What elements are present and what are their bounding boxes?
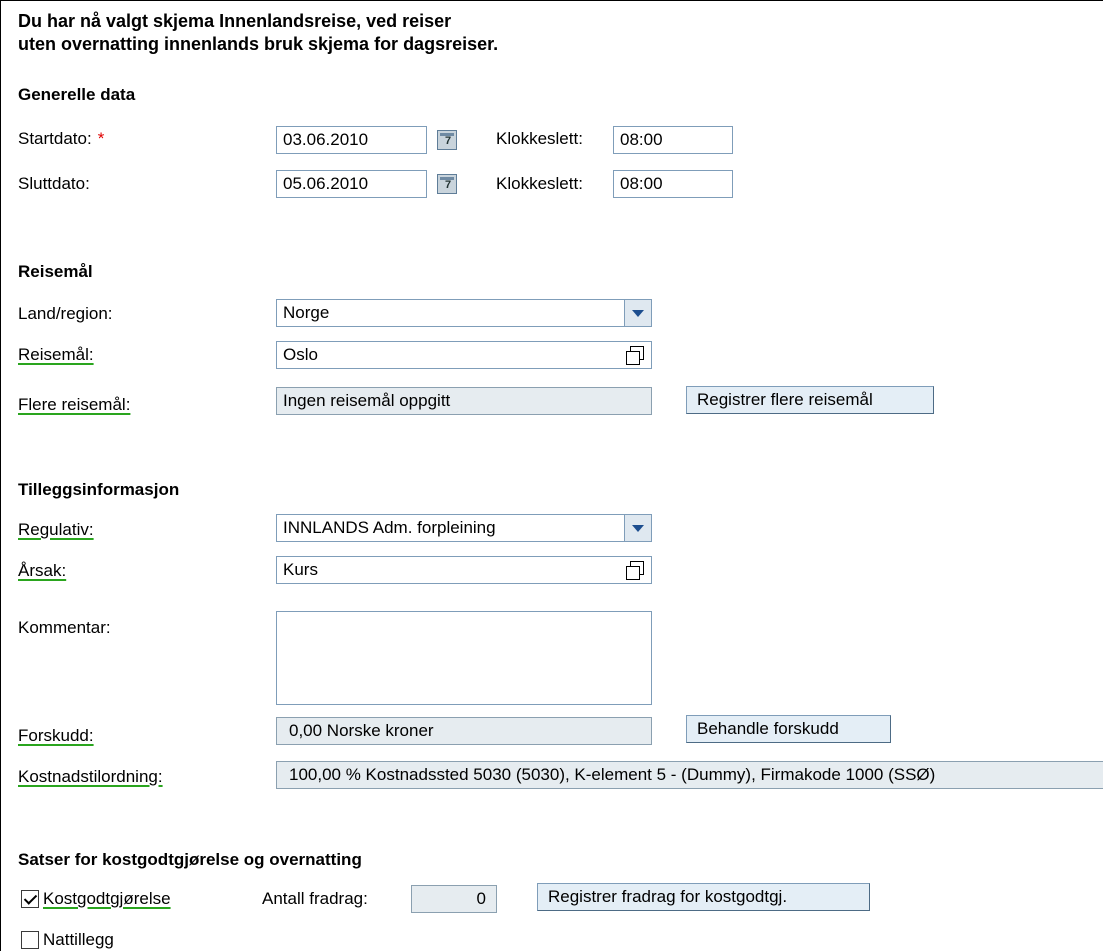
reason-input-value: Kurs (283, 560, 318, 579)
end-date-label: Sluttdato: (18, 174, 90, 193)
deductions-label: Antall fradrag: (262, 889, 368, 908)
start-date-label-text: Startdato: (18, 129, 92, 148)
register-deductions-button[interactable]: Registrer fradrag for kostgodtgj. (537, 883, 870, 911)
start-time-label: Klokkeslett: (496, 129, 583, 148)
register-more-destinations-button[interactable]: Registrer flere reisemål (686, 386, 934, 414)
additional-heading: Tilleggsinformasjon (18, 480, 180, 499)
regulation-label[interactable]: Regulativ: (18, 520, 94, 540)
night-allowance-checkbox[interactable] (21, 931, 39, 949)
start-date-label: Startdato: * (18, 129, 104, 149)
manage-advance-button[interactable]: Behandle forskudd (686, 715, 891, 743)
more-destinations-field: Ingen reisemål oppgitt (276, 387, 652, 415)
value-help-icon[interactable] (625, 560, 645, 580)
destination-input[interactable]: Oslo (276, 341, 652, 369)
destination-heading: Reisemål (18, 262, 93, 281)
start-time-input[interactable]: 08:00 (613, 126, 733, 154)
end-time-input[interactable]: 08:00 (613, 170, 733, 198)
regulation-select-value: INNLANDS Adm. forpleining (283, 518, 496, 537)
intro-line-1: Du har nå valgt skjema Innenlandsreise, … (18, 11, 452, 31)
country-label: Land/region: (18, 304, 113, 323)
meal-allowance-checkbox[interactable] (21, 890, 39, 908)
rates-heading: Satser for kostgodtgjørelse og overnatti… (18, 850, 362, 869)
intro-line-2: uten overnatting innenlands bruk skjema … (18, 34, 499, 54)
more-destinations-label[interactable]: Flere reisemål: (18, 395, 130, 415)
cost-assignment-field: 100,00 % Kostnadssted 5030 (5030), K-ele… (276, 761, 1103, 789)
country-select[interactable]: Norge (276, 299, 652, 327)
general-heading: Generelle data (18, 85, 136, 104)
reason-input[interactable]: Kurs (276, 556, 652, 584)
comment-textarea[interactable] (276, 611, 652, 705)
end-time-label: Klokkeslett: (496, 174, 583, 193)
meal-allowance-label[interactable]: Kostgodtgjørelse (43, 889, 171, 909)
end-date-input[interactable]: 05.06.2010 (276, 170, 427, 198)
deductions-field: 0 (411, 885, 497, 913)
calendar-icon[interactable] (437, 130, 457, 150)
country-select-value: Norge (283, 303, 330, 322)
destination-input-value: Oslo (283, 345, 318, 364)
chevron-down-icon[interactable] (624, 515, 651, 541)
calendar-icon[interactable] (437, 174, 457, 194)
comment-label: Kommentar: (18, 618, 111, 637)
chevron-down-icon[interactable] (624, 300, 651, 326)
start-date-input[interactable]: 03.06.2010 (276, 126, 427, 154)
night-allowance-label[interactable]: Nattillegg (43, 930, 114, 950)
advance-label[interactable]: Forskudd: (18, 726, 94, 746)
required-marker: * (97, 129, 105, 148)
value-help-icon[interactable] (625, 345, 645, 365)
regulation-select[interactable]: INNLANDS Adm. forpleining (276, 514, 652, 542)
advance-field: 0,00 Norske kroner (276, 717, 652, 745)
destination-label[interactable]: Reisemål: (18, 345, 94, 365)
reason-label[interactable]: Årsak: (18, 561, 66, 581)
cost-assignment-label[interactable]: Kostnadstilordning: (18, 767, 163, 787)
